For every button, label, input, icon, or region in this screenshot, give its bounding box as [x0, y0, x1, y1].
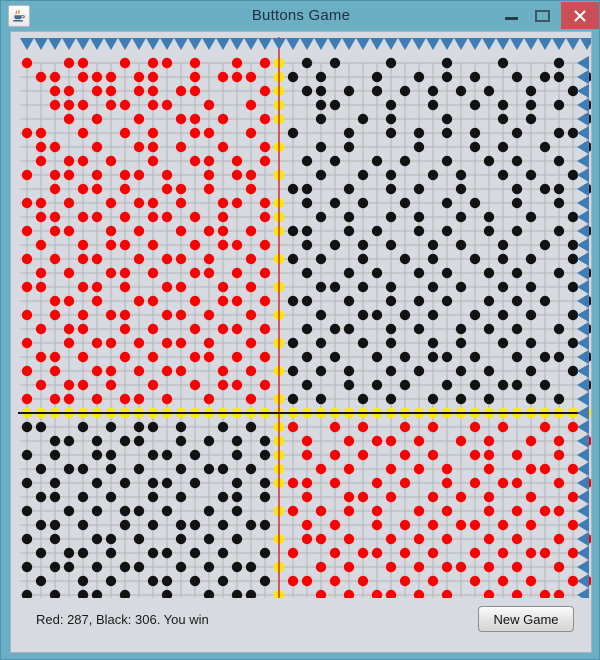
app-window: Buttons Game Red: 287, Black: 306. You w… — [0, 0, 600, 660]
minimize-button[interactable] — [498, 1, 526, 29]
status-bar: Red: 287, Black: 306. You win New Game — [11, 598, 591, 652]
score-status-text: Red: 287, Black: 306. You win — [36, 612, 209, 627]
minimize-icon — [505, 17, 518, 20]
board-decorations — [18, 37, 591, 598]
maximize-icon — [535, 10, 550, 22]
game-board[interactable] — [14, 32, 591, 598]
close-button[interactable] — [561, 2, 599, 29]
client-area: Red: 287, Black: 306. You win New Game — [10, 31, 592, 653]
close-icon — [574, 10, 586, 22]
title-bar[interactable]: Buttons Game — [1, 1, 600, 31]
game-board-container[interactable] — [14, 32, 591, 598]
new-game-button[interactable]: New Game — [478, 606, 574, 632]
maximize-button[interactable] — [529, 1, 557, 29]
